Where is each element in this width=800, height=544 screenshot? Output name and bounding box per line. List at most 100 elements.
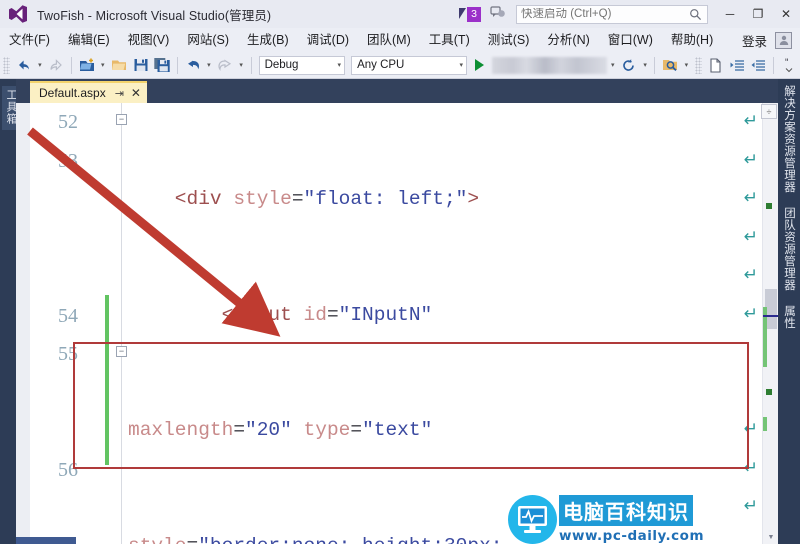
visual-studio-window: TwoFish - Microsoft Visual Studio(管理员) 3: [0, 0, 800, 544]
code-token: =: [291, 188, 304, 210]
toolbar-separator: [654, 56, 656, 74]
line-number: 56: [58, 459, 78, 481]
menu-item-debug[interactable]: 调试(D): [298, 28, 358, 52]
toolbar-grip-handle[interactable]: [3, 56, 10, 74]
minimize-button[interactable]: ─: [716, 2, 744, 26]
menu-item-website[interactable]: 网站(S): [178, 28, 238, 52]
toolbar-separator: [250, 56, 252, 74]
code-token: id: [303, 303, 327, 326]
menu-item-view[interactable]: 视图(V): [119, 28, 179, 52]
code-text-area[interactable]: <div style="float: left;"> <input id="IN…: [128, 103, 728, 544]
save-icon[interactable]: [130, 54, 152, 76]
quick-launch-box[interactable]: [516, 4, 708, 24]
code-token: style: [128, 535, 187, 544]
code-editor[interactable]: 52 53 54 55 56 − − <div style="float: le…: [16, 103, 778, 544]
menu-item-test[interactable]: 测试(S): [479, 28, 539, 52]
code-token: <div: [128, 188, 234, 210]
scrollbar-marker: [766, 389, 772, 395]
close-tab-icon[interactable]: ✕: [131, 86, 141, 100]
code-line-l53a: <input id="INputN": [128, 296, 728, 335]
feedback-smiley-icon[interactable]: [490, 4, 506, 25]
vertical-scrollbar[interactable]: ▲ ▼: [762, 103, 778, 544]
sidebar-item-solution-explorer[interactable]: 解决方案资源管理器: [781, 85, 797, 193]
menu-item-help[interactable]: 帮助(H): [662, 28, 722, 52]
code-token: =: [187, 535, 199, 544]
maximize-button[interactable]: ❐: [744, 2, 772, 26]
comment-icon[interactable]: ": [778, 54, 800, 76]
monitor-waveform-icon: [508, 495, 557, 544]
menu-item-edit[interactable]: 编辑(E): [59, 28, 119, 52]
save-all-icon[interactable]: [151, 54, 173, 76]
refresh-dropdown-caret[interactable]: ▾: [640, 54, 651, 76]
code-line-l52: <div style="float: left;">: [128, 180, 728, 219]
word-wrap-glyph: ↵: [743, 111, 758, 131]
code-line-l53b: maxlength="20" type="text": [128, 411, 728, 450]
code-token: =: [350, 419, 363, 441]
menu-item-build[interactable]: 生成(B): [238, 28, 298, 52]
start-debugging-play-icon[interactable]: [470, 54, 490, 76]
notifications-button[interactable]: 3: [459, 6, 481, 22]
visual-studio-logo-icon: [8, 4, 28, 24]
document-tab-strip: Default.aspx ⇥ ✕: [16, 79, 778, 103]
title-bar: TwoFish - Microsoft Visual Studio(管理员) 3: [0, 0, 800, 28]
fold-collapse-icon[interactable]: −: [116, 346, 127, 357]
find-dropdown-caret[interactable]: ▾: [681, 54, 692, 76]
quick-launch-input[interactable]: [521, 8, 689, 20]
solution-platform-value: Any CPU: [357, 59, 405, 71]
close-button[interactable]: ✕: [772, 2, 800, 26]
scrollbar-change-marker: [763, 417, 767, 431]
new-project-dropdown-caret[interactable]: ▾: [97, 54, 108, 76]
fold-collapse-icon[interactable]: −: [116, 114, 127, 125]
menu-item-team[interactable]: 团队(M): [358, 28, 420, 52]
open-file-icon[interactable]: [108, 54, 130, 76]
undo-dropdown-caret[interactable]: ▾: [203, 54, 214, 76]
solution-platform-combo[interactable]: Any CPU ▾: [351, 55, 467, 75]
menu-item-tools[interactable]: 工具(T): [420, 28, 479, 52]
left-auto-hide-dock: 工具箱: [0, 79, 20, 544]
redo-icon[interactable]: [214, 54, 236, 76]
undo-icon[interactable]: [182, 54, 204, 76]
split-editor-icon[interactable]: ÷: [761, 104, 777, 119]
sidebar-item-team-explorer[interactable]: 团队资源管理器: [781, 207, 797, 291]
navigate-back-icon[interactable]: [13, 54, 35, 76]
site-watermark: 电脑百科知识 www.pc-daily.com: [508, 495, 768, 544]
right-auto-hide-dock: 解决方案资源管理器 团队资源管理器 属性: [778, 79, 800, 544]
toolbar-separator: [176, 56, 178, 74]
menu-item-window[interactable]: 窗口(W): [599, 28, 662, 52]
code-token: style: [233, 188, 292, 210]
new-file-icon[interactable]: [705, 54, 727, 76]
decrease-indent-icon[interactable]: [748, 54, 770, 76]
redo-dropdown-caret[interactable]: ▾: [236, 54, 247, 76]
outlining-margin-line: [121, 103, 122, 544]
new-project-icon[interactable]: [76, 54, 98, 76]
navigate-back-dropdown-caret[interactable]: ▾: [34, 54, 45, 76]
sign-in-button[interactable]: 登录: [742, 31, 767, 50]
code-token: "20": [245, 419, 304, 441]
refresh-icon[interactable]: [618, 54, 640, 76]
chevron-down-icon: ▾: [459, 62, 463, 69]
word-wrap-glyph: ↵: [743, 226, 758, 247]
code-token: <input: [128, 303, 304, 326]
browser-selector-caret[interactable]: ▾: [607, 54, 618, 76]
svg-text:": ": [784, 58, 789, 68]
menu-item-analyze[interactable]: 分析(N): [538, 28, 598, 52]
sidebar-item-properties[interactable]: 属性: [781, 305, 797, 329]
tab-default-aspx[interactable]: Default.aspx ⇥ ✕: [30, 81, 147, 103]
line-number: 53: [58, 150, 78, 172]
account-avatar-icon[interactable]: [775, 31, 792, 49]
toolbar-grip-handle[interactable]: [694, 56, 702, 74]
word-wrap-glyph: ↵: [743, 188, 758, 208]
navigate-forward-icon[interactable]: [45, 54, 67, 76]
menu-item-file[interactable]: 文件(F): [0, 28, 59, 52]
solution-configuration-combo[interactable]: Debug ▾: [258, 55, 346, 75]
watermark-brand: 电脑百科知识: [559, 495, 693, 526]
word-wrap-glyph: ↵: [743, 419, 758, 439]
word-wrap-glyph: ↵: [743, 265, 758, 285]
scrollbar-marker: [766, 203, 772, 209]
find-in-files-icon[interactable]: [659, 54, 681, 76]
standard-toolbar: ▾ ▾ ▾ ▾ Debug ▾ Any CPU ▾ ▾ ▾ ▾ ": [0, 52, 800, 79]
browser-selector-blurred-value[interactable]: [491, 56, 608, 74]
increase-indent-icon[interactable]: [726, 54, 748, 76]
pin-icon[interactable]: ⇥: [115, 87, 124, 100]
search-icon: [689, 8, 702, 24]
